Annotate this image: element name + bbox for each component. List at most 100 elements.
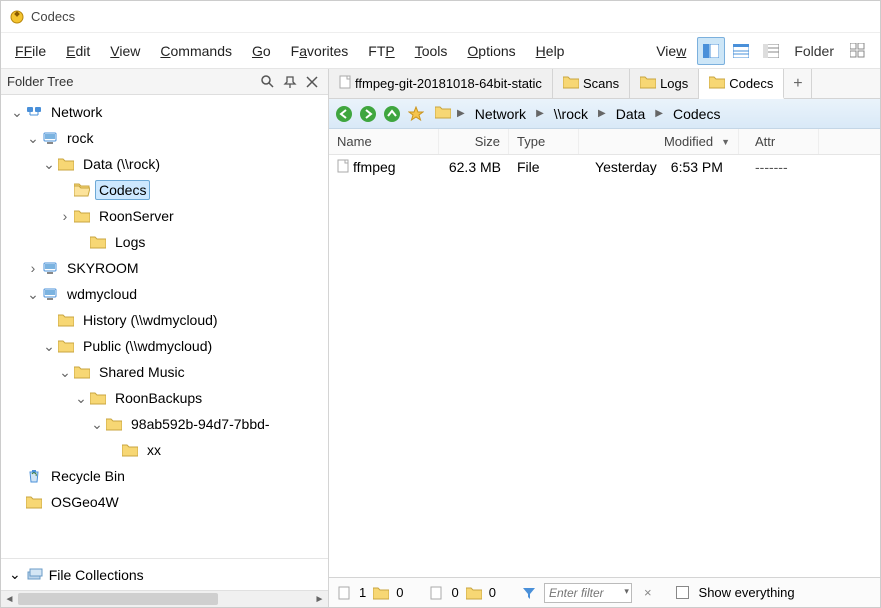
menu-ftp[interactable]: FTP: [358, 37, 404, 65]
scroll-left-icon[interactable]: ◄: [1, 591, 18, 607]
column-type[interactable]: Type: [509, 129, 579, 154]
chevron-down-icon[interactable]: ▾: [624, 586, 629, 597]
tree-label: SKYROOM: [63, 258, 143, 278]
tree-label: Network: [47, 102, 106, 122]
chevron-right-icon[interactable]: ▶: [651, 108, 667, 119]
scroll-right-icon[interactable]: ►: [311, 591, 328, 607]
expand-icon[interactable]: ⌄: [25, 130, 41, 147]
file-row[interactable]: ffmpeg 62.3 MB File Yesterday 6:53 PM --…: [329, 155, 880, 179]
column-size[interactable]: Size: [439, 129, 509, 154]
folder-icon: [25, 495, 43, 509]
menu-help[interactable]: Help: [526, 37, 575, 65]
folder-tree[interactable]: ⌄ Network ⌄ rock ⌄ Data (\\rock): [1, 95, 328, 558]
column-name[interactable]: Name: [329, 129, 439, 154]
expand-icon[interactable]: ›: [57, 208, 73, 224]
folder-icon: [105, 417, 123, 431]
tree-xx[interactable]: xx: [1, 437, 328, 463]
file-list[interactable]: ffmpeg 62.3 MB File Yesterday 6:53 PM --…: [329, 155, 880, 577]
layout-button-1[interactable]: [697, 37, 725, 65]
show-everything-label[interactable]: Show everything: [699, 585, 795, 600]
tree-history[interactable]: History (\\wdmycloud): [1, 307, 328, 333]
menu-favorites[interactable]: Favorites: [281, 37, 359, 65]
sort-desc-icon: ▼: [721, 137, 730, 147]
tree-data[interactable]: ⌄ Data (\\rock): [1, 151, 328, 177]
expand-icon[interactable]: ⌄: [73, 390, 89, 407]
breadcrumb-network[interactable]: Network: [471, 104, 530, 124]
menu-file[interactable]: FFile: [5, 37, 56, 65]
menu-view-right[interactable]: View: [646, 37, 696, 65]
close-pane-icon[interactable]: [302, 72, 322, 92]
tree-logs[interactable]: Logs: [1, 229, 328, 255]
tree-roonserver[interactable]: › RoonServer: [1, 203, 328, 229]
tree-rock[interactable]: ⌄ rock: [1, 125, 328, 151]
expand-icon[interactable]: ⌄: [57, 364, 73, 381]
tab-logs[interactable]: Logs: [630, 69, 699, 98]
nav-forward-button[interactable]: [357, 103, 379, 125]
folder-icon: [89, 235, 107, 249]
filter-input[interactable]: [544, 583, 632, 603]
breadcrumb-codecs[interactable]: Codecs: [669, 104, 724, 124]
expand-icon[interactable]: ⌄: [25, 286, 41, 303]
grid-icon[interactable]: [846, 39, 870, 63]
tree-osgeo4w[interactable]: OSGeo4W: [1, 489, 328, 515]
chevron-right-icon[interactable]: ▶: [453, 108, 469, 119]
tree-guid[interactable]: ⌄ 98ab592b-94d7-7bbd-: [1, 411, 328, 437]
folder-icon: [640, 75, 656, 92]
tree-recycle[interactable]: Recycle Bin: [1, 463, 328, 489]
file-collections-section[interactable]: ⌄ File Collections: [1, 558, 328, 590]
tree-wdmycloud[interactable]: ⌄ wdmycloud: [1, 281, 328, 307]
pin-icon[interactable]: [280, 72, 300, 92]
tree-label: History (\\wdmycloud): [79, 310, 222, 330]
breadcrumb-rock[interactable]: \\rock: [550, 104, 592, 124]
tree-roonbackups[interactable]: ⌄ RoonBackups: [1, 385, 328, 411]
tree-label: Shared Music: [95, 362, 189, 382]
menu-view[interactable]: View: [100, 37, 150, 65]
horizontal-scrollbar[interactable]: ◄ ►: [1, 590, 328, 607]
breadcrumb-data[interactable]: Data: [612, 104, 650, 124]
chevron-right-icon[interactable]: ▶: [532, 108, 548, 119]
tab-scans[interactable]: Scans: [553, 69, 630, 98]
favorite-icon[interactable]: [405, 103, 427, 125]
folder-label[interactable]: Folder: [786, 39, 842, 63]
menu-go[interactable]: Go: [242, 37, 281, 65]
expand-icon[interactable]: ⌄: [89, 416, 105, 433]
menu-tools[interactable]: Tools: [405, 37, 458, 65]
tree-sharedmusic[interactable]: ⌄ Shared Music: [1, 359, 328, 385]
tree-label: RoonServer: [95, 206, 178, 226]
menu-commands[interactable]: Commands: [150, 37, 242, 65]
layout-button-2[interactable]: [727, 37, 755, 65]
clear-filter-icon[interactable]: ×: [638, 585, 658, 600]
tab-codecs[interactable]: Codecs: [699, 69, 784, 99]
folder-icon: [465, 586, 483, 600]
tree-codecs[interactable]: Codecs: [1, 177, 328, 203]
menu-options[interactable]: Options: [457, 37, 525, 65]
tree-public[interactable]: ⌄ Public (\\wdmycloud): [1, 333, 328, 359]
tree-label: 98ab592b-94d7-7bbd-: [127, 414, 274, 434]
search-icon[interactable]: [258, 72, 278, 92]
menu-edit[interactable]: Edit: [56, 37, 100, 65]
chevron-right-icon[interactable]: ▶: [594, 108, 610, 119]
expand-icon[interactable]: ⌄: [41, 156, 57, 173]
nav-up-button[interactable]: [381, 103, 403, 125]
file-size: 62.3 MB: [439, 159, 509, 175]
new-tab-button[interactable]: +: [784, 69, 812, 98]
tree-skyroom[interactable]: › SKYROOM: [1, 255, 328, 281]
tree-network[interactable]: ⌄ Network: [1, 99, 328, 125]
expand-icon[interactable]: ⌄: [41, 338, 57, 355]
scroll-thumb[interactable]: [18, 593, 218, 605]
folder-icon: [709, 75, 725, 92]
nav-back-button[interactable]: [333, 103, 355, 125]
column-modified[interactable]: Modified▼: [579, 129, 739, 154]
layout-button-3[interactable]: [757, 37, 785, 65]
computer-icon: [41, 288, 59, 300]
status-folder-count: 0: [396, 585, 403, 600]
column-attr[interactable]: Attr: [739, 129, 819, 154]
status-file-count: 1: [359, 585, 366, 600]
tree-label: Recycle Bin: [47, 466, 129, 486]
tab-ffmpeg[interactable]: ffmpeg-git-20181018-64bit-static: [329, 69, 553, 98]
filter-icon[interactable]: [520, 586, 538, 600]
expand-icon[interactable]: ›: [25, 260, 41, 276]
show-everything-checkbox[interactable]: [676, 586, 689, 599]
expand-icon[interactable]: ⌄: [9, 104, 25, 121]
expand-icon[interactable]: ⌄: [9, 566, 21, 583]
